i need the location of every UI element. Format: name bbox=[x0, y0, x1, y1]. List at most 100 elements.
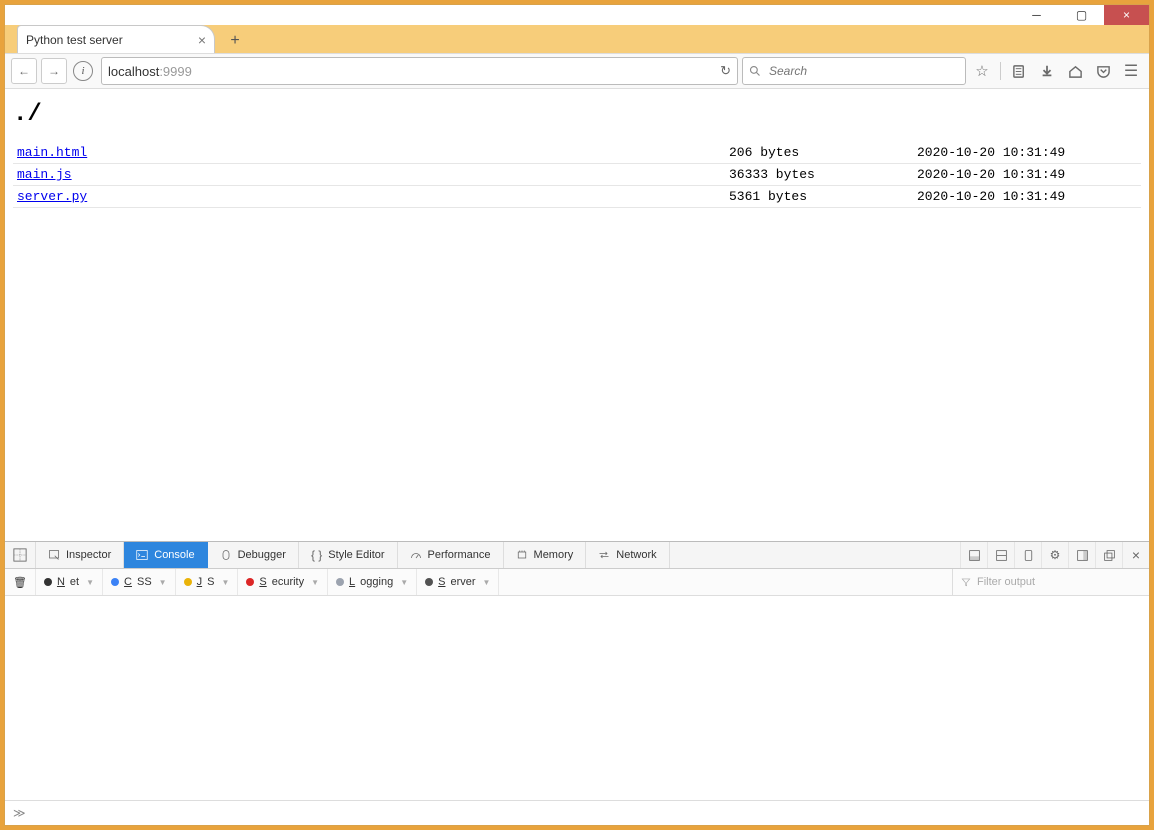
tab-close-icon[interactable]: × bbox=[198, 33, 206, 47]
filter-logging[interactable]: Logging▼ bbox=[328, 569, 417, 595]
settings-icon[interactable]: ⚙ bbox=[1041, 542, 1068, 568]
library-icon[interactable] bbox=[1007, 59, 1031, 83]
chevron-down-icon: ▼ bbox=[86, 578, 94, 587]
popout-icon[interactable] bbox=[1095, 542, 1122, 568]
chevron-down-icon: ▼ bbox=[483, 578, 491, 587]
tab-label: Inspector bbox=[66, 549, 111, 561]
tab-label: Performance bbox=[428, 549, 491, 561]
url-bar[interactable]: localhost:9999 ↻ bbox=[101, 57, 738, 85]
iframe-picker-icon[interactable] bbox=[5, 542, 36, 568]
search-input[interactable] bbox=[767, 63, 959, 79]
filter-net[interactable]: Net▼ bbox=[36, 569, 103, 595]
filter-css[interactable]: CSS▼ bbox=[103, 569, 176, 595]
debugger-icon bbox=[220, 549, 232, 561]
search-icon bbox=[749, 65, 761, 77]
console-filter-bar: 🗑 Net▼ CSS▼ JS▼ Security▼ Logging▼ Serve… bbox=[5, 569, 1149, 596]
filter-server[interactable]: Server▼ bbox=[417, 569, 499, 595]
page-content: ./ main.html 206 bytes 2020-10-20 10:31:… bbox=[5, 89, 1149, 541]
filter-output-box[interactable]: Filter output bbox=[952, 569, 1149, 595]
file-link[interactable]: server.py bbox=[17, 189, 87, 204]
tab-title: Python test server bbox=[26, 33, 190, 47]
minimize-button[interactable]: ─ bbox=[1014, 5, 1059, 25]
pocket-icon[interactable] bbox=[1091, 59, 1115, 83]
memory-icon bbox=[516, 549, 528, 561]
tab-label: Console bbox=[154, 549, 194, 561]
chevron-down-icon: ▼ bbox=[159, 578, 167, 587]
file-date: 2020-10-20 10:31:49 bbox=[913, 186, 1141, 208]
tab-label: Style Editor bbox=[328, 549, 384, 561]
search-box[interactable] bbox=[742, 57, 966, 85]
tab-label: Network bbox=[616, 549, 656, 561]
url-port: :9999 bbox=[159, 64, 192, 79]
tab-console[interactable]: Console bbox=[124, 542, 207, 568]
menu-icon[interactable]: ☰ bbox=[1119, 59, 1143, 83]
filter-icon bbox=[961, 577, 971, 587]
responsive-icon[interactable] bbox=[1014, 542, 1041, 568]
os-title-bar: ─ ▢ × bbox=[5, 5, 1149, 25]
devtools-right-buttons: ⚙ × bbox=[960, 542, 1149, 568]
chevron-down-icon: ▼ bbox=[311, 578, 319, 587]
download-icon[interactable] bbox=[1035, 59, 1059, 83]
clear-console-button[interactable]: 🗑 bbox=[5, 569, 36, 595]
devtools-tabs: Inspector Console Debugger { } Style Edi… bbox=[5, 542, 1149, 569]
tab-performance[interactable]: Performance bbox=[398, 542, 504, 568]
filter-security[interactable]: Security▼ bbox=[238, 569, 328, 595]
filter-js[interactable]: JS▼ bbox=[176, 569, 239, 595]
close-button[interactable]: × bbox=[1104, 5, 1149, 25]
style-editor-icon: { } bbox=[311, 548, 322, 562]
forward-button[interactable]: → bbox=[41, 58, 67, 84]
performance-icon bbox=[410, 549, 422, 561]
nav-bar: ← → i localhost:9999 ↻ ☆ bbox=[5, 53, 1149, 89]
console-icon bbox=[136, 549, 148, 561]
reload-icon[interactable]: ↻ bbox=[720, 63, 731, 79]
tab-debugger[interactable]: Debugger bbox=[208, 542, 299, 568]
devtools-close-icon[interactable]: × bbox=[1122, 542, 1149, 568]
table-row: server.py 5361 bytes 2020-10-20 10:31:49 bbox=[13, 186, 1141, 208]
file-size: 36333 bytes bbox=[725, 164, 913, 186]
split-console-icon[interactable] bbox=[987, 542, 1014, 568]
dock-window-icon[interactable] bbox=[1068, 542, 1095, 568]
tab-network[interactable]: Network bbox=[586, 542, 669, 568]
file-link[interactable]: main.html bbox=[17, 145, 87, 160]
file-link[interactable]: main.js bbox=[17, 167, 72, 182]
tab-label: Memory bbox=[534, 549, 574, 561]
browser-window: ─ ▢ × Python test server × + ← → i local… bbox=[0, 0, 1154, 830]
dot-icon bbox=[336, 578, 344, 586]
file-date: 2020-10-20 10:31:49 bbox=[913, 142, 1141, 164]
dot-icon bbox=[425, 578, 433, 586]
back-button[interactable]: ← bbox=[11, 58, 37, 84]
inspector-icon bbox=[48, 549, 60, 561]
os-buttons: ─ ▢ × bbox=[1014, 5, 1149, 25]
dock-side-icon[interactable] bbox=[960, 542, 987, 568]
maximize-button[interactable]: ▢ bbox=[1059, 5, 1104, 25]
tab-strip: Python test server × + bbox=[5, 25, 1149, 53]
toolbar-divider bbox=[1000, 62, 1001, 80]
file-size: 206 bytes bbox=[725, 142, 913, 164]
browser-tab[interactable]: Python test server × bbox=[17, 25, 215, 53]
tab-memory[interactable]: Memory bbox=[504, 542, 587, 568]
bookmark-icon[interactable]: ☆ bbox=[970, 59, 994, 83]
site-info-icon[interactable]: i bbox=[73, 61, 93, 81]
forward-icon: → bbox=[48, 64, 60, 78]
tab-style-editor[interactable]: { } Style Editor bbox=[299, 542, 398, 568]
window-inner: ─ ▢ × Python test server × + ← → i local… bbox=[4, 4, 1150, 826]
file-date: 2020-10-20 10:31:49 bbox=[913, 164, 1141, 186]
chevron-down-icon: ▼ bbox=[221, 578, 229, 587]
filter-placeholder: Filter output bbox=[977, 576, 1035, 588]
back-icon: ← bbox=[18, 64, 30, 78]
chevron-down-icon: ▼ bbox=[400, 578, 408, 587]
file-listing-table: main.html 206 bytes 2020-10-20 10:31:49 … bbox=[13, 142, 1141, 208]
dot-icon bbox=[111, 578, 119, 586]
tab-inspector[interactable]: Inspector bbox=[36, 542, 124, 568]
url-host: localhost bbox=[108, 64, 159, 79]
tab-label: Debugger bbox=[238, 549, 286, 561]
dot-icon bbox=[44, 578, 52, 586]
trash-icon: 🗑 bbox=[13, 576, 27, 589]
page-title: ./ bbox=[13, 101, 1141, 128]
console-command-line[interactable]: ≫ bbox=[5, 800, 1149, 825]
console-output[interactable] bbox=[5, 596, 1149, 800]
table-row: main.html 206 bytes 2020-10-20 10:31:49 bbox=[13, 142, 1141, 164]
new-tab-button[interactable]: + bbox=[221, 29, 249, 53]
dot-icon bbox=[184, 578, 192, 586]
home-icon[interactable] bbox=[1063, 59, 1087, 83]
